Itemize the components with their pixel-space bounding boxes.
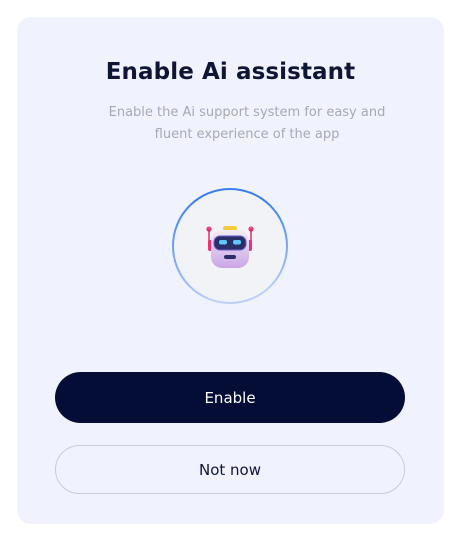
dialog-title: Enable Ai assistant	[105, 59, 356, 85]
dialog-subtitle: Enable the Ai support system for easy an…	[108, 105, 386, 142]
robot-icon	[206, 226, 254, 268]
enable-button[interactable]: Enable	[55, 372, 405, 423]
not-now-button[interactable]: Not now	[55, 445, 405, 494]
